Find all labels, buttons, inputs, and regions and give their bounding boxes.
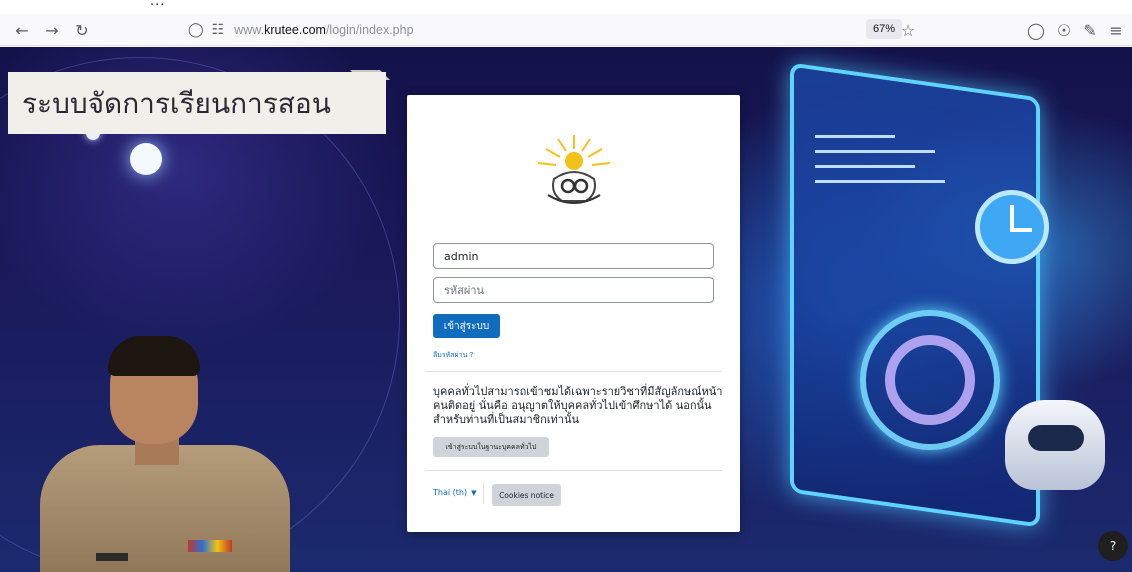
person-photo-hair — [108, 336, 200, 376]
decorative-screen-line — [815, 165, 915, 168]
title-banner: ระบบจัดการเรียนการสอน — [8, 72, 386, 134]
username-input[interactable] — [433, 243, 714, 269]
password-input[interactable] — [433, 277, 714, 303]
reload-icon[interactable]: ↻ — [70, 18, 94, 42]
decorative-planet-large — [130, 143, 162, 175]
decorative-screen-line — [815, 180, 945, 183]
guest-access-description: บุคคลทั่วไปสามารถเข้าชมได้เฉพาะรายวิชาที… — [433, 385, 723, 426]
pocket-icon[interactable]: ◯ — [1024, 18, 1048, 42]
extensions-icon[interactable]: ✎ — [1078, 18, 1102, 42]
robot-visor — [1028, 425, 1084, 451]
star-icon[interactable]: ☆ — [896, 18, 920, 42]
help-button[interactable]: ? — [1098, 531, 1128, 561]
page-top-clipped-text: ... — [0, 0, 1132, 14]
decorative-ring-inner — [885, 335, 975, 425]
clock-hand-minute — [1010, 228, 1032, 232]
school-logo — [537, 135, 611, 204]
divider — [425, 371, 722, 372]
divider — [425, 470, 722, 471]
lock-slash-icon[interactable]: ☷ — [212, 22, 225, 38]
cookies-notice-button[interactable]: Cookies notice — [492, 484, 561, 506]
login-button[interactable]: เข้าสู่ระบบ — [433, 314, 500, 338]
divider-vertical — [483, 484, 484, 504]
browser-toolbar: ← → ↻ ◯ ☷ www.krutee.com/login/index.php… — [0, 14, 1132, 46]
site-title: ระบบจัดการเรียนการสอน — [22, 87, 331, 120]
language-label: Thai (th) — [433, 488, 468, 497]
chevron-down-icon: ▼ — [471, 488, 477, 497]
account-icon[interactable]: ☉ — [1052, 18, 1076, 42]
decorative-screen-illustration — [790, 62, 1040, 528]
url-text[interactable]: www.krutee.com/login/index.php — [234, 23, 413, 37]
decorative-screen-line — [815, 150, 935, 153]
back-icon[interactable]: ← — [10, 18, 34, 42]
decorative-screen-line — [815, 135, 895, 138]
login-card: เข้าสู่ระบบ ลืมรหัสผ่าน ? บุคคลทั่วไปสาม… — [407, 95, 740, 532]
guest-login-button[interactable]: เข้าสู่ระบบในฐานะบุคคลทั่วไป — [433, 437, 549, 457]
ribbon-bar — [188, 540, 232, 552]
forgot-password-link[interactable]: ลืมรหัสผ่าน ? — [433, 350, 473, 361]
name-badge — [96, 553, 128, 561]
menu-icon[interactable]: ≡ — [1104, 18, 1128, 42]
forward-icon[interactable]: → — [40, 18, 64, 42]
shield-icon[interactable]: ◯ — [188, 22, 204, 38]
language-selector[interactable]: Thai (th) ▼ — [433, 488, 476, 497]
address-bar[interactable]: ◯ ☷ www.krutee.com/login/index.php — [188, 17, 928, 43]
